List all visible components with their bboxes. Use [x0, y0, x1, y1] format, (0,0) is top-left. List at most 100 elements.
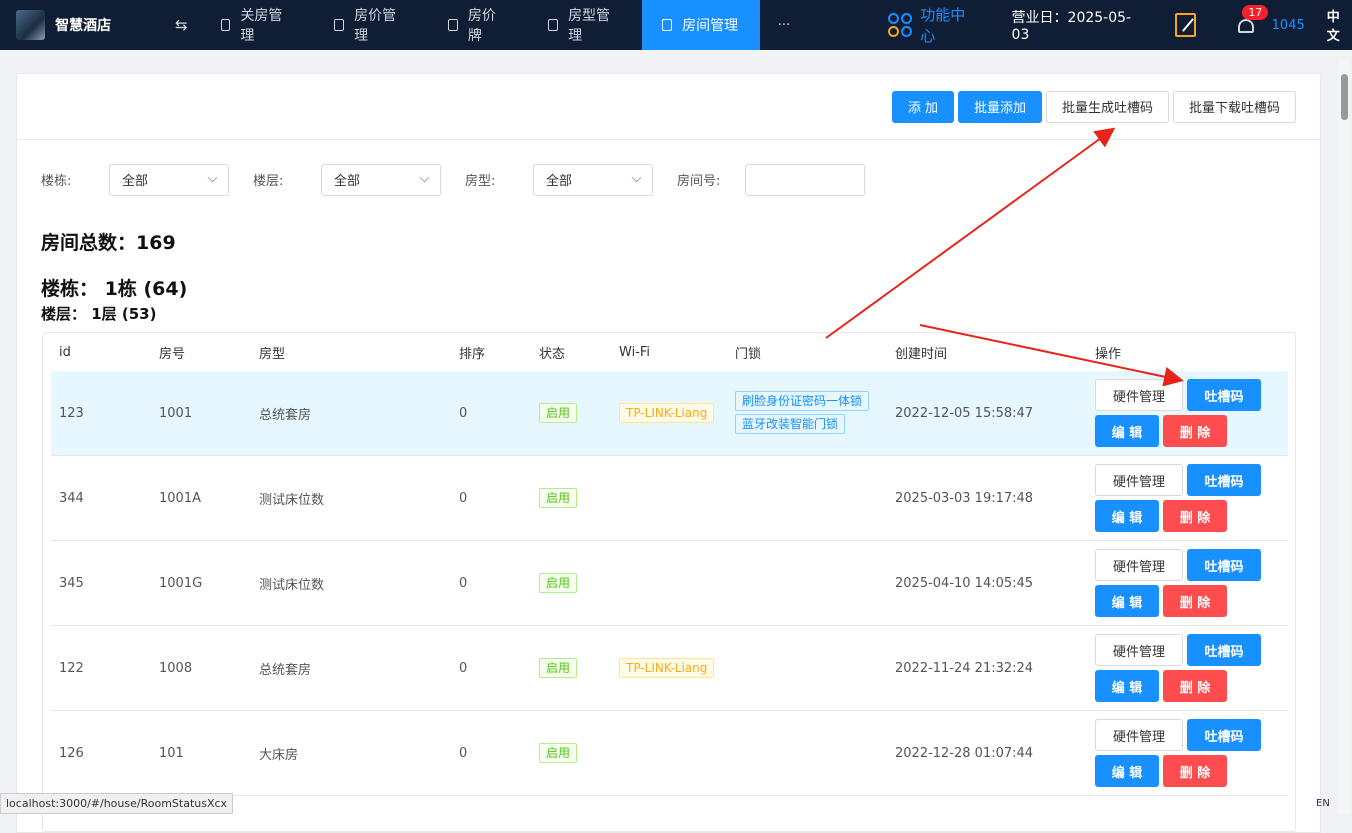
cell-id: 344 — [59, 490, 84, 506]
cell-id: 345 — [59, 575, 84, 591]
room-number-label: 房间号: — [677, 174, 721, 189]
floor-filter-label: 楼层: — [253, 174, 284, 189]
delete-button[interactable]: 删 除 — [1163, 585, 1227, 617]
cell-id: 126 — [59, 745, 84, 761]
col-created: 创建时间 — [895, 346, 948, 362]
batch-download-qrcode-button[interactable]: 批量下载吐槽码 — [1172, 90, 1296, 123]
chevron-down-icon — [207, 172, 218, 183]
cell-type: 大床房 — [259, 747, 299, 763]
hardware-button[interactable]: 硬件管理 — [1095, 379, 1183, 411]
cell-type: 总统套房 — [259, 662, 312, 678]
col-id: id — [59, 344, 71, 360]
batch-generate-qrcode-button[interactable]: 批量生成吐槽码 — [1045, 90, 1169, 123]
qrcode-button[interactable]: 吐槽码 — [1187, 719, 1261, 751]
status-bar-url: localhost:3000/#/house/RoomStatusXcx — [0, 793, 234, 814]
hardware-button[interactable]: 硬件管理 — [1095, 464, 1183, 496]
nav-more-icon[interactable]: ··· — [760, 18, 809, 33]
table-row[interactable]: 126 101 大床房 0 启用 2022-12-28 01:07:44 硬件管… — [51, 711, 1288, 796]
bell-icon — [1238, 19, 1255, 33]
brand-name: 智慧酒店 — [55, 18, 112, 34]
table-row[interactable]: 122 1008 总统套房 0 启用 TP-LINK-Liang 2022-11… — [51, 626, 1288, 711]
notification-bell[interactable]: 17 — [1236, 5, 1269, 37]
cell-type: 测试床位数 — [259, 492, 325, 508]
qrcode-button[interactable]: 吐槽码 — [1187, 464, 1261, 496]
edit-button[interactable]: 编 辑 — [1095, 500, 1159, 532]
cell-sort: 0 — [459, 745, 468, 761]
cell-sort: 0 — [459, 575, 468, 591]
page-scrollbar[interactable] — [1338, 60, 1350, 814]
nav-price-board[interactable]: 房价牌 — [428, 0, 528, 50]
cell-room: 1001 — [159, 405, 193, 421]
cell-room: 1008 — [159, 660, 193, 676]
edit-button[interactable]: 编 辑 — [1095, 670, 1159, 702]
cell-type: 测试床位数 — [259, 577, 325, 593]
scrollbar-thumb[interactable] — [1341, 74, 1348, 120]
building-heading: 楼栋： 1栋 (64) — [41, 278, 188, 300]
row-actions: 硬件管理 吐槽码 编 辑删 除 — [1095, 719, 1265, 791]
row-actions: 硬件管理 吐槽码 编 辑删 除 — [1095, 379, 1265, 451]
qrcode-button[interactable]: 吐槽码 — [1187, 549, 1261, 581]
col-actions: 操作 — [1095, 346, 1122, 362]
edit-icon[interactable] — [1174, 13, 1197, 37]
building-filter-label: 楼栋: — [41, 174, 72, 189]
cell-id: 122 — [59, 660, 84, 676]
table-row[interactable]: 344 1001A 测试床位数 0 启用 2025-03-03 19:17:48… — [51, 456, 1288, 541]
status-badge: 启用 — [539, 488, 578, 508]
room-number-input[interactable] — [745, 163, 865, 196]
qrcode-button[interactable]: 吐槽码 — [1187, 634, 1261, 666]
business-day: 营业日：2025-05-03 — [1011, 10, 1132, 43]
delete-button[interactable]: 删 除 — [1163, 415, 1227, 447]
table-row[interactable]: 345 1001G 测试床位数 0 启用 2025-04-10 14:05:45… — [51, 541, 1288, 626]
door-icon — [662, 19, 673, 31]
edit-button[interactable]: 编 辑 — [1095, 415, 1159, 447]
cell-created: 2022-11-24 21:32:24 — [895, 660, 1034, 676]
cell-sort: 0 — [459, 660, 468, 676]
chevron-down-icon — [631, 172, 642, 183]
nav-room-price[interactable]: 房价管理 — [314, 0, 428, 50]
building-select[interactable]: 全部 — [109, 163, 229, 196]
col-room: 房号 — [159, 346, 186, 362]
table-header: id 房号 房型 排序 状态 Wi-Fi 门锁 创建时间 操作 — [43, 333, 1295, 371]
lock-tag: 刷脸身份证密码一体锁 — [735, 391, 870, 411]
delete-button[interactable]: 删 除 — [1163, 500, 1227, 532]
hardware-button[interactable]: 硬件管理 — [1095, 634, 1183, 666]
building-icon — [548, 19, 559, 31]
nav-close-room[interactable]: 关房管理 — [201, 0, 315, 50]
notification-badge: 17 — [1242, 5, 1269, 20]
user-id[interactable]: 1045 — [1272, 18, 1305, 33]
qrcode-button[interactable]: 吐槽码 — [1187, 379, 1261, 411]
status-badge: 启用 — [539, 573, 578, 593]
wifi-tag: TP-LINK-Liang — [619, 403, 715, 423]
chevron-down-icon — [419, 172, 430, 183]
cell-type: 总统套房 — [259, 407, 312, 423]
room-type-select[interactable]: 全部 — [533, 163, 653, 196]
nav-room-type[interactable]: 房型管理 — [528, 0, 642, 50]
top-navbar: 智慧酒店 ⇆ 关房管理 房价管理 房价牌 房型管理 房间管理 ··· 功能中心 … — [0, 0, 1352, 50]
batch-add-button[interactable]: 批量添加 — [957, 90, 1042, 123]
edit-button[interactable]: 编 辑 — [1095, 755, 1159, 787]
room-total: 房间总数：169 — [41, 232, 176, 254]
delete-button[interactable]: 删 除 — [1163, 670, 1227, 702]
wifi-tag: TP-LINK-Liang — [619, 658, 715, 678]
swap-icon[interactable]: ⇆ — [162, 16, 201, 34]
function-center[interactable]: 功能中心 — [888, 4, 977, 46]
nav-room-manage[interactable]: 房间管理 — [642, 0, 760, 50]
cell-room: 1001G — [159, 575, 203, 591]
main-card: 添 加 批量添加 批量生成吐槽码 批量下载吐槽码 楼栋: 全部 楼层: 全部 房… — [16, 73, 1321, 833]
cell-created: 2022-12-28 01:07:44 — [895, 745, 1034, 761]
language-switch[interactable]: 中文 — [1327, 6, 1352, 44]
edit-button[interactable]: 编 辑 — [1095, 585, 1159, 617]
cell-created: 2025-03-03 19:17:48 — [895, 490, 1034, 506]
col-sort: 排序 — [459, 346, 486, 362]
hardware-button[interactable]: 硬件管理 — [1095, 719, 1183, 751]
delete-button[interactable]: 删 除 — [1163, 755, 1227, 787]
col-wifi: Wi-Fi — [619, 344, 651, 360]
floor-select[interactable]: 全部 — [321, 163, 441, 196]
col-status: 状态 — [539, 346, 566, 362]
hardware-button[interactable]: 硬件管理 — [1095, 549, 1183, 581]
doc-icon — [220, 19, 231, 31]
hotel-logo — [16, 10, 46, 40]
add-button[interactable]: 添 加 — [891, 90, 954, 123]
grid-icon — [888, 13, 913, 37]
table-row[interactable]: 123 1001 总统套房 0 启用 TP-LINK-Liang 刷脸身份证密码… — [51, 371, 1288, 456]
